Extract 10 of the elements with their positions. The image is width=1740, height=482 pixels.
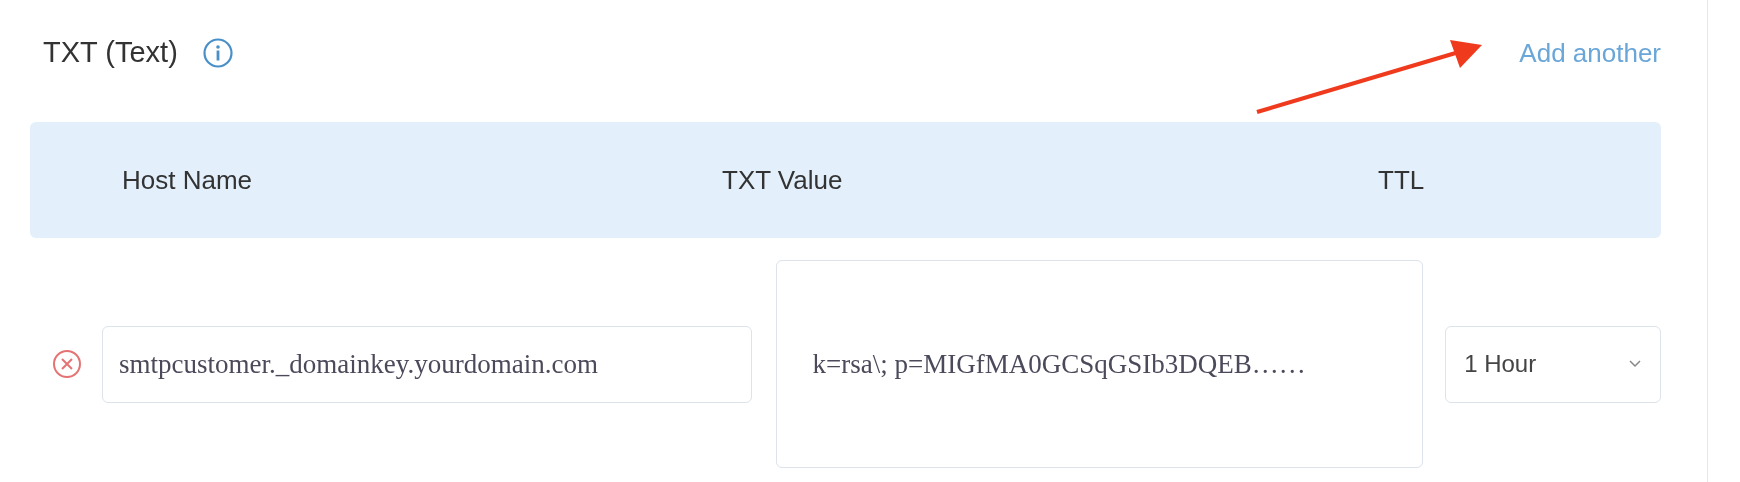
column-header: TXT Value	[722, 164, 843, 195]
txt-value-field[interactable]: k=rsa\; p=MIGfMA0GCSqGSIb3DQEB……	[775, 260, 1424, 468]
section-title: TXT (Text)	[43, 35, 178, 71]
ttl-select[interactable]: 1 Hour	[1445, 325, 1661, 403]
info-icon[interactable]	[201, 37, 234, 69]
column-header: TTL	[1378, 164, 1425, 195]
host-name-field[interactable]: smtpcustomer._domainkey.yourdomain.com	[102, 325, 752, 403]
chevron-down-icon	[1628, 359, 1642, 369]
remove-icon[interactable]	[52, 349, 82, 379]
column-header: Host Name	[122, 164, 253, 195]
